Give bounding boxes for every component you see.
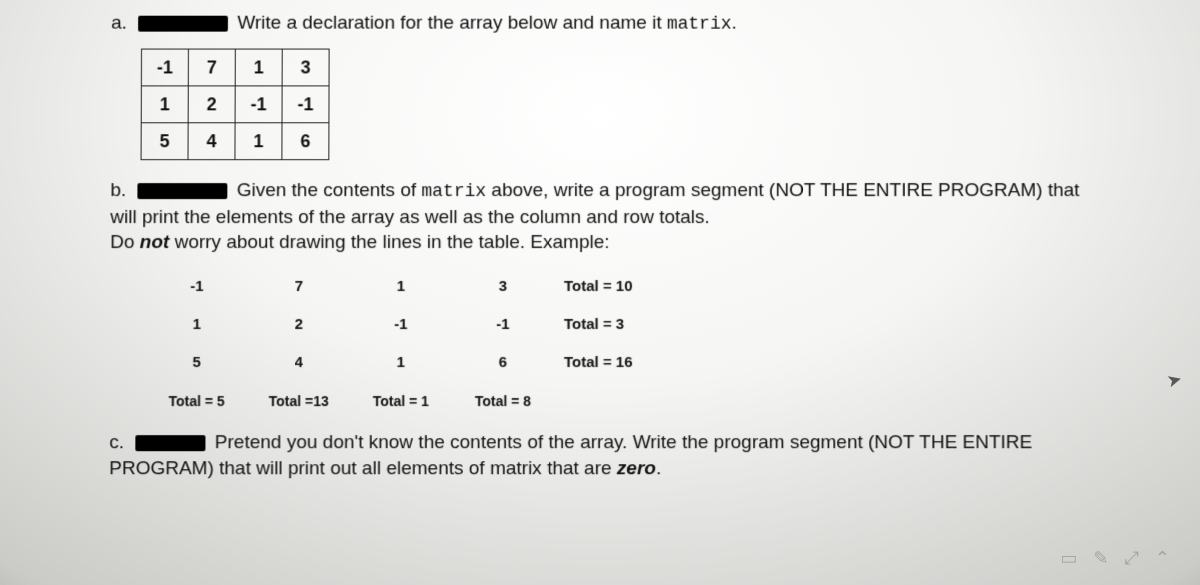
part-b-line1-post: above, write a program segment (NOT THE …: [486, 180, 1079, 201]
example-cell: 2: [248, 306, 350, 344]
matrix-identifier: matrix: [421, 182, 486, 202]
tool-icon: ✎: [1093, 548, 1108, 569]
part-b-line3-pre: Do: [110, 232, 140, 253]
table-row: 1 2 -1 -1: [141, 86, 329, 123]
tool-icon: ⌃: [1155, 548, 1170, 569]
part-b-not: not: [140, 232, 170, 253]
table-row: 5 4 1 6: [141, 123, 329, 160]
row-total: Total = 10: [554, 268, 665, 306]
example-cell: -1: [350, 306, 452, 344]
part-c-zero: zero: [617, 458, 656, 479]
matrix-cell: 1: [235, 123, 282, 160]
matrix-cell: 4: [188, 123, 235, 160]
tool-icon: ▭: [1060, 548, 1077, 569]
table-row: -1 7 1 3: [141, 49, 329, 86]
matrix-cell: 5: [141, 123, 188, 160]
example-cell: 5: [146, 344, 248, 382]
part-c-line1: Pretend you don't know the contents of t…: [215, 432, 1033, 453]
matrix-cell: 7: [188, 49, 235, 86]
bottom-toolbar: ▭ ✎ ⤢ ⌃: [1060, 548, 1170, 569]
part-a-text: Write a declaration for the array below …: [237, 13, 667, 34]
example-cell: 7: [248, 268, 350, 306]
col-total: Total =13: [248, 382, 350, 420]
matrix-cell: -1: [235, 86, 282, 123]
part-c-line2-pre: PROGRAM) that will print out all element…: [109, 458, 617, 479]
example-cell: -1: [452, 306, 554, 344]
col-total: Total = 8: [452, 382, 554, 420]
part-c-line2-post: .: [656, 458, 661, 479]
matrix-table: -1 7 1 3 1 2 -1 -1 5 4 1 6: [141, 49, 330, 161]
redaction-bar: [138, 16, 228, 32]
part-c: c. Pretend you don't know the contents o…: [109, 430, 1131, 481]
part-b-label: b.: [110, 180, 126, 201]
part-b-line3-post: worry about drawing the lines in the tab…: [169, 232, 609, 253]
table-row: -1 7 1 3 Total = 10: [146, 268, 665, 306]
row-total: Total = 16: [554, 344, 665, 382]
example-cell: 4: [248, 344, 350, 382]
tool-icon: ⤢: [1125, 548, 1139, 569]
table-row: Total = 5 Total =13 Total = 1 Total = 8: [145, 382, 665, 420]
part-a: a. Write a declaration for the array bel…: [111, 11, 1129, 37]
matrix-cell: 3: [282, 49, 329, 86]
document-page: a. Write a declaration for the array bel…: [39, 1, 1200, 585]
example-cell: -1: [146, 268, 248, 306]
matrix-cell: -1: [141, 49, 188, 86]
matrix-cell: 6: [282, 123, 329, 160]
matrix-cell: -1: [282, 86, 329, 123]
example-output-table: -1 7 1 3 Total = 10 1 2 -1 -1 Total = 3 …: [145, 268, 665, 420]
redaction-bar: [138, 183, 228, 199]
redaction-bar: [135, 435, 205, 451]
example-cell: 1: [350, 268, 452, 306]
matrix-cell: 2: [188, 86, 235, 123]
matrix-cell: 1: [141, 86, 188, 123]
example-cell: 6: [452, 344, 554, 382]
part-b: b. Given the contents of matrix above, w…: [110, 178, 1130, 255]
part-a-period: .: [732, 13, 737, 34]
table-row: 5 4 1 6 Total = 16: [146, 344, 665, 382]
example-cell: 3: [452, 268, 554, 306]
example-cell: 1: [146, 306, 248, 344]
part-b-line1-pre: Given the contents of: [237, 180, 422, 201]
empty-cell: [554, 382, 665, 420]
col-total: Total = 1: [350, 382, 452, 420]
table-row: 1 2 -1 -1 Total = 3: [146, 306, 665, 344]
matrix-identifier: matrix: [667, 15, 732, 35]
col-total: Total = 5: [145, 382, 247, 420]
part-c-label: c.: [109, 432, 124, 453]
example-cell: 1: [350, 344, 452, 382]
matrix-cell: 1: [235, 49, 282, 86]
matrix-table-wrap: -1 7 1 3 1 2 -1 -1 5 4 1 6: [111, 49, 1130, 161]
part-b-line2: will print the elements of the array as …: [110, 207, 710, 228]
part-a-label: a.: [111, 13, 127, 34]
row-total: Total = 3: [554, 306, 665, 344]
